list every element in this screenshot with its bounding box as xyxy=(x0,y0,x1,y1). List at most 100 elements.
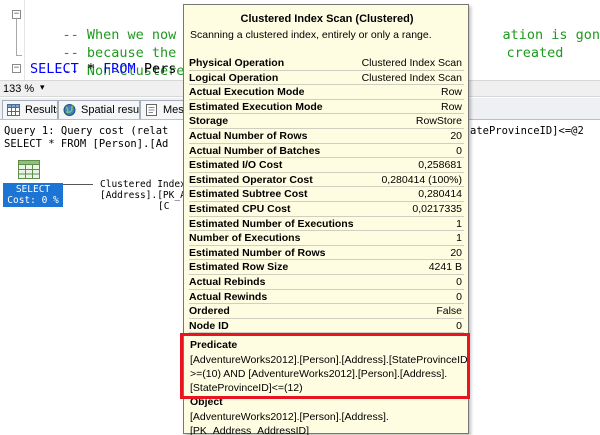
property-row: Logical Operation Clustered Index Scan xyxy=(189,71,464,86)
property-row: Actual Execution Mode Row xyxy=(189,85,464,100)
query-sql-text: SELECT * FROM [Person].[Ad xyxy=(4,138,169,150)
property-row: Estimated CPU Cost 0,0217335 xyxy=(189,202,464,217)
plan-node-cost[interactable]: [C xyxy=(158,201,169,212)
globe-icon xyxy=(63,104,76,116)
select-operator-icon[interactable] xyxy=(18,160,40,179)
code-star: * xyxy=(78,61,104,77)
collapse-toggle-comment[interactable]: − xyxy=(12,10,21,19)
property-value: 0,258681 xyxy=(418,159,462,172)
property-value: 20 xyxy=(450,246,462,259)
query-cost-header: Query 1: Query cost (relat xyxy=(4,125,169,137)
property-label: Storage xyxy=(189,115,229,128)
grid-icon xyxy=(7,104,20,116)
property-value: 20 xyxy=(450,129,462,142)
property-label: Estimated Operator Cost xyxy=(189,173,313,186)
property-label: Actual Number of Batches xyxy=(189,144,321,157)
zoom-level[interactable]: 133 % xyxy=(3,83,34,95)
property-label: Estimated Row Size xyxy=(189,261,289,274)
property-label: Estimated Subtree Cost xyxy=(189,188,308,201)
outline-line xyxy=(16,19,17,55)
code-line-3[interactable]: -- Non-Clustered I xyxy=(30,41,209,79)
property-label: Actual Rewinds xyxy=(189,290,268,303)
property-row: Estimated Number of Executions 1 xyxy=(189,217,464,232)
code-line-1[interactable]: -- When we now run xyxy=(30,5,209,43)
tab-messages[interactable]: Mess xyxy=(140,100,184,119)
select-node-label: SELECT xyxy=(15,184,51,195)
property-value: 4241 B xyxy=(428,261,462,274)
property-label: Actual Rebinds xyxy=(189,275,266,288)
property-value: False xyxy=(436,305,462,318)
editor-margin xyxy=(24,0,25,80)
property-value: 0 xyxy=(456,290,462,303)
property-label: Physical Operation xyxy=(189,57,285,69)
property-value: 1 xyxy=(456,232,462,245)
tooltip-description: Scanning a clustered index, entirely or … xyxy=(190,29,432,41)
property-row: Actual Rewinds 0 xyxy=(189,290,464,305)
property-label: Actual Number of Rows xyxy=(189,129,308,142)
predicate-highlight-box xyxy=(180,333,470,399)
code-line-1-tail[interactable]: ation is gone, xyxy=(470,5,600,43)
message-icon xyxy=(146,104,157,116)
property-label: Estimated I/O Cost xyxy=(189,159,283,172)
property-row: Physical Operation Clustered Index Scan xyxy=(189,56,464,71)
collapse-toggle-select[interactable]: − xyxy=(12,64,21,73)
object-text-line: [AdventureWorks2012].[Person].[Address]. xyxy=(190,411,389,423)
property-value: Row xyxy=(440,100,462,113)
property-row: Storage RowStore xyxy=(189,114,464,129)
property-row: Actual Number of Batches 0 xyxy=(189,144,464,159)
property-label: Estimated Execution Mode xyxy=(189,100,323,113)
tab-label: Mess xyxy=(163,104,184,116)
property-value: Row xyxy=(440,86,462,99)
property-value: 0 xyxy=(456,144,462,157)
property-label: Ordered xyxy=(189,305,230,318)
property-label: Estimated Number of Executions xyxy=(189,217,354,230)
code-table: Pers xyxy=(135,61,177,77)
property-value: Clustered Index Scan xyxy=(361,71,462,84)
property-label: Estimated Number of Rows xyxy=(189,246,326,259)
property-label: Number of Executions xyxy=(189,232,301,245)
property-label: Actual Execution Mode xyxy=(189,86,305,99)
tab-results[interactable]: Results xyxy=(2,100,58,119)
keyword-select: SELECT xyxy=(30,61,79,77)
code-line-2[interactable]: -- because the Que xyxy=(30,23,209,61)
property-row: Estimated Execution Mode Row xyxy=(189,100,464,115)
property-value: 0 xyxy=(456,275,462,288)
code-comment-tail: created xyxy=(506,45,564,61)
select-operator-node[interactable]: SELECT Cost: 0 % xyxy=(3,183,63,207)
property-row: Node ID 0 xyxy=(189,319,464,334)
property-row: Actual Number of Rows 20 xyxy=(189,129,464,144)
property-row: Estimated Row Size 4241 B xyxy=(189,260,464,275)
property-row: Actual Rebinds 0 xyxy=(189,275,464,290)
property-row: Number of Executions 1 xyxy=(189,231,464,246)
code-line-2-tail[interactable]: created xyxy=(474,23,564,61)
plan-connector-line xyxy=(63,184,93,185)
property-label: Node ID xyxy=(189,319,229,332)
property-row: Estimated Number of Rows 20 xyxy=(189,246,464,261)
code-line-select[interactable]: SELECT * FROM Pers xyxy=(30,59,176,79)
property-row: Estimated I/O Cost 0,258681 xyxy=(189,158,464,173)
property-row: Estimated Operator Cost 0,280414 (100%) xyxy=(189,173,464,188)
tooltip-title: Clustered Index Scan (Clustered) xyxy=(240,13,414,25)
chevron-down-icon[interactable]: ▾ xyxy=(40,82,45,93)
tab-spatial-results[interactable]: Spatial results xyxy=(58,100,140,119)
property-value: 0,0217335 xyxy=(412,202,462,215)
tooltip-properties-list: Physical Operation Clustered Index Scan L… xyxy=(189,56,464,334)
object-text-line: [PK_Address_AddressID] xyxy=(190,425,310,435)
property-value: 0,280414 (100%) xyxy=(381,173,462,186)
select-node-cost: Cost: 0 % xyxy=(7,195,59,206)
property-value: 0,280414 xyxy=(418,188,462,201)
property-label: Logical Operation xyxy=(189,71,279,84)
property-value: 0 xyxy=(456,319,462,332)
property-value: RowStore xyxy=(415,115,462,128)
property-value: Clustered Index Scan xyxy=(361,57,462,69)
property-value: 1 xyxy=(456,217,462,230)
plan-node-label[interactable]: Clustered Index xyxy=(100,179,186,190)
tab-label: Spatial results xyxy=(81,104,140,116)
property-row: Estimated Subtree Cost 0,280414 xyxy=(189,187,464,202)
query-cost-header-tail: ateProvinceID]<=@2 xyxy=(470,125,584,137)
property-row: Ordered False xyxy=(189,304,464,319)
property-label: Estimated CPU Cost xyxy=(189,202,291,215)
keyword-from: FROM xyxy=(103,61,136,77)
plan-node-object[interactable]: [Address].[PK_A xyxy=(100,190,186,201)
outline-tick xyxy=(16,55,22,56)
